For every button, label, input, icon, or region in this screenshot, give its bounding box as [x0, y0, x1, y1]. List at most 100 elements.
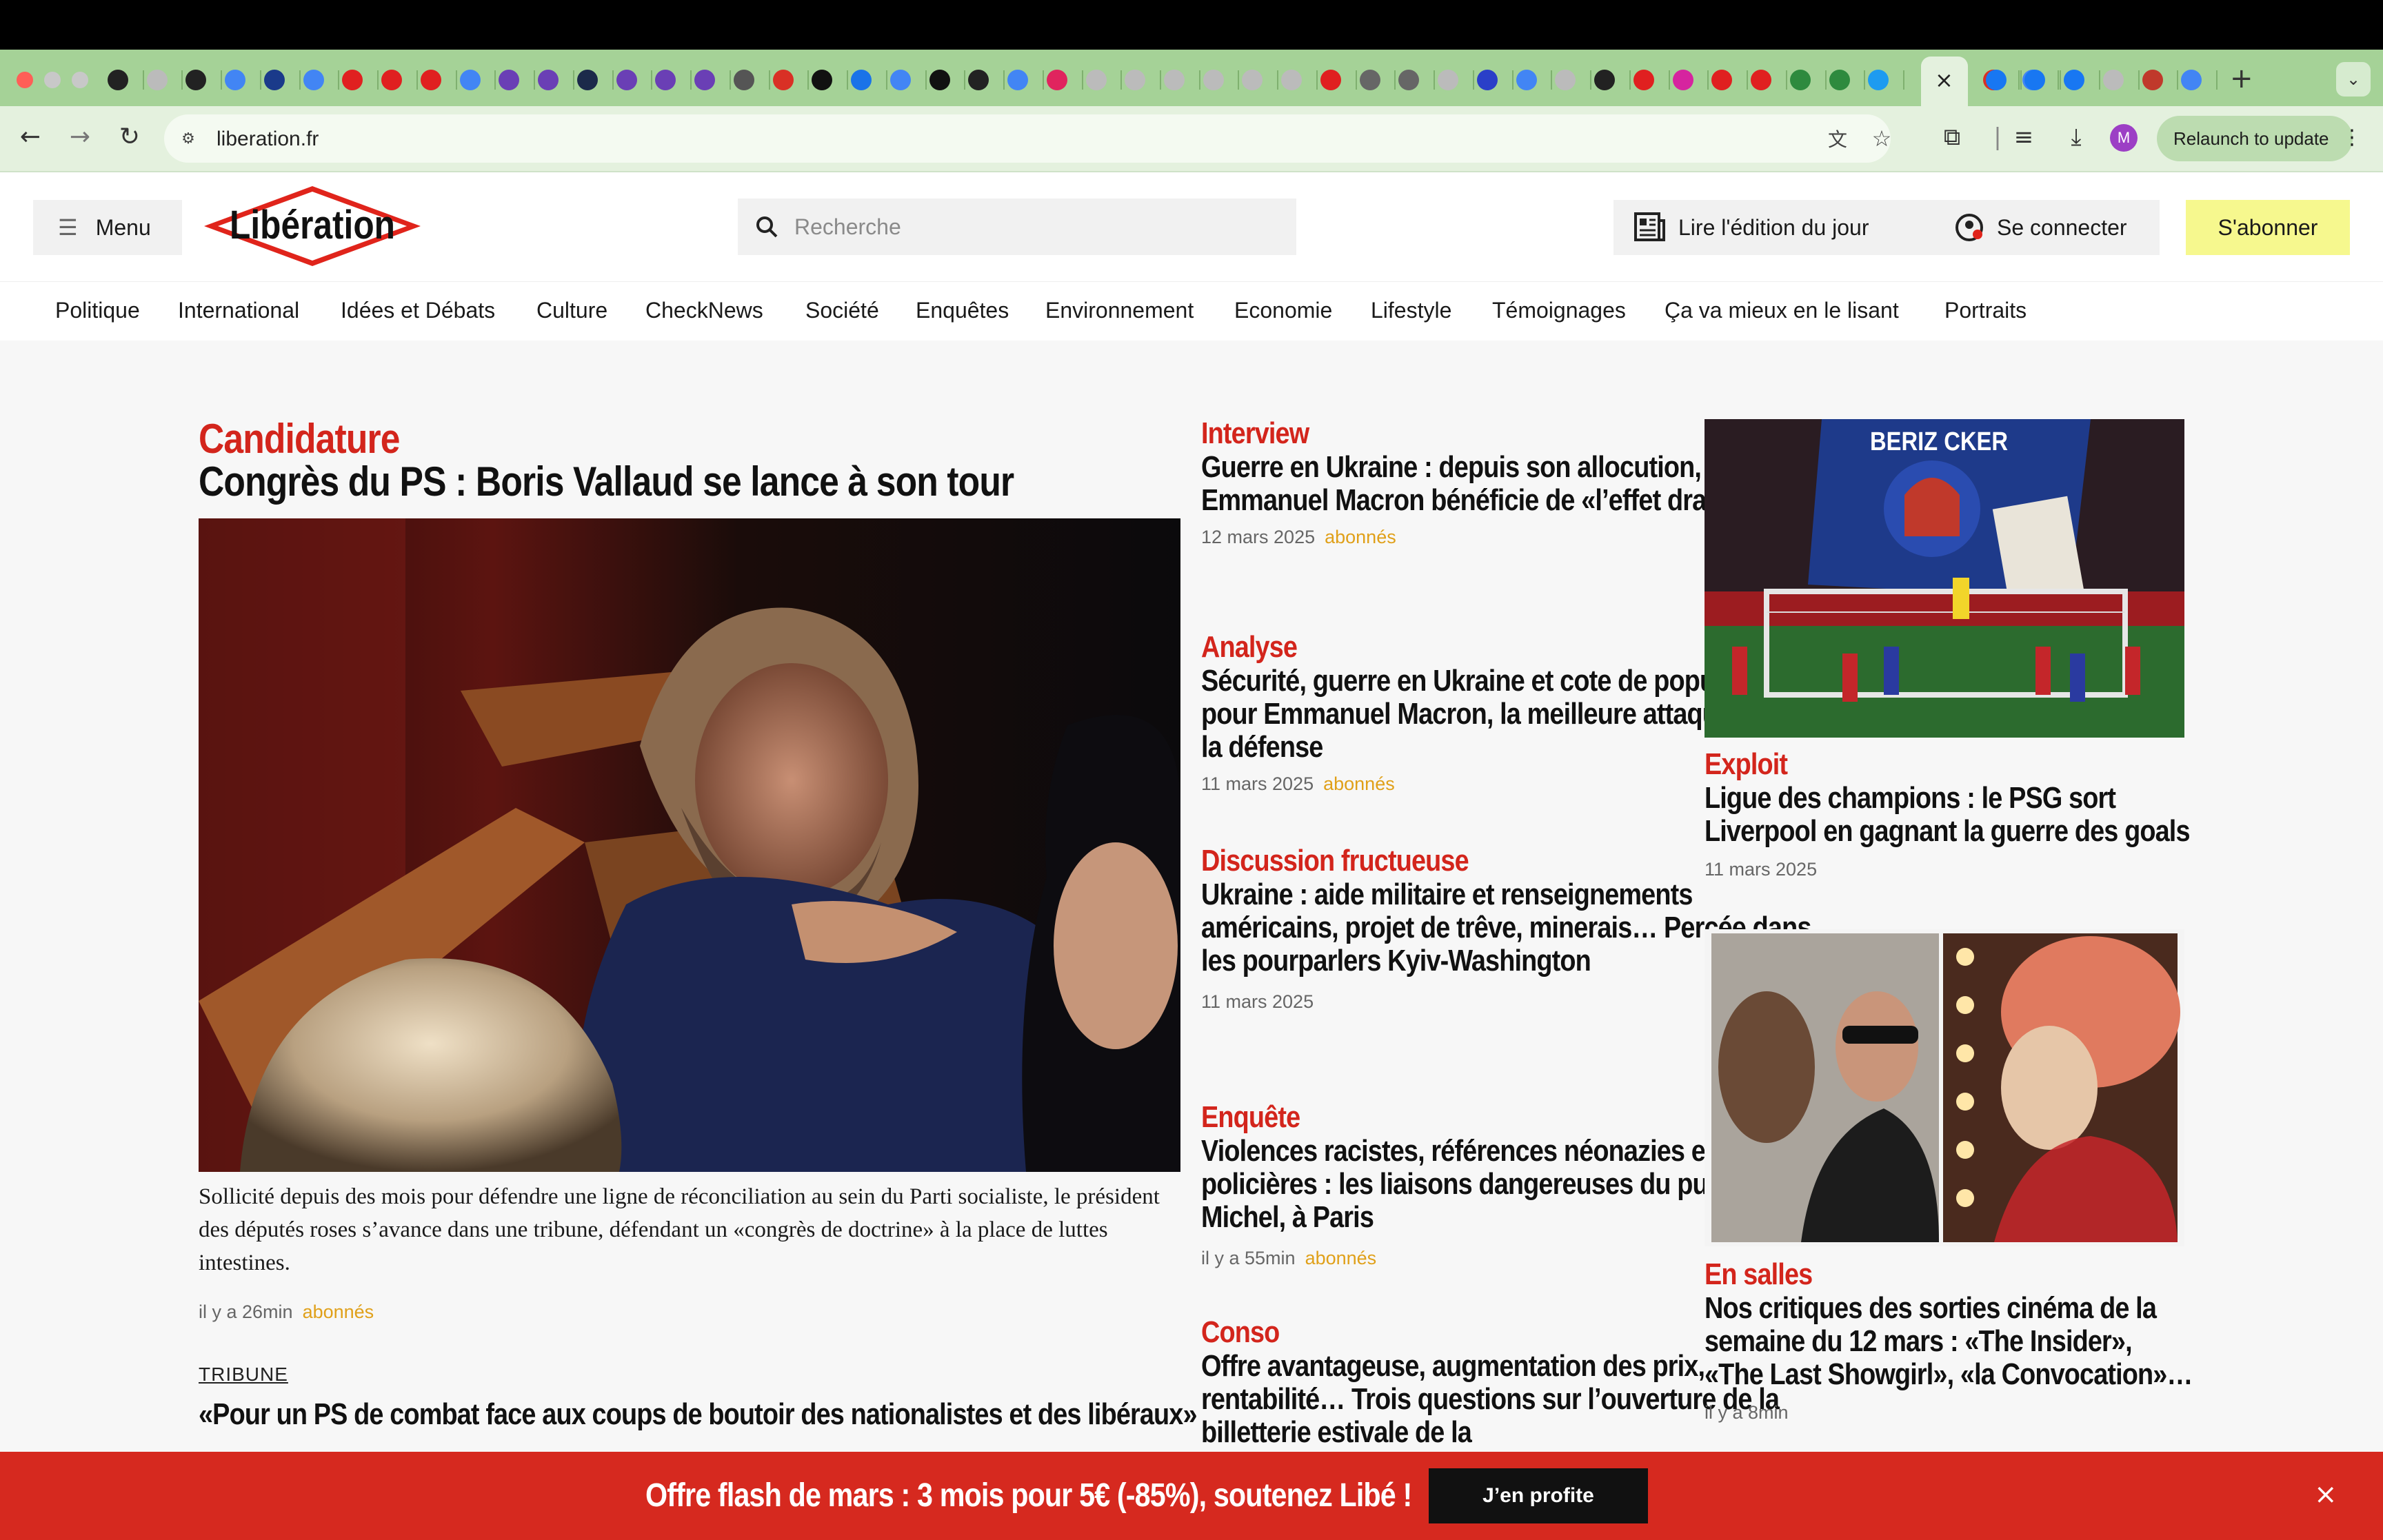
facebook-icon[interactable]	[2024, 70, 2045, 90]
app-icon[interactable]	[616, 70, 637, 90]
main-article-title[interactable]: Congrès du PS : Boris Vallaud se lance à…	[199, 458, 1014, 506]
nav-category[interactable]: Economie	[1234, 296, 1332, 324]
liberation-logo[interactable]: Libération	[204, 186, 421, 266]
close-tab-icon[interactable]: ×	[1935, 66, 1953, 94]
youtube-icon[interactable]	[1633, 70, 1654, 90]
openai-icon[interactable]	[185, 70, 206, 90]
tab-icon[interactable]	[1555, 70, 1576, 90]
forward-arrow-icon[interactable]: →	[61, 117, 99, 156]
article-card[interactable]: Exploit Ligue des champions : le PSG sor…	[1705, 747, 2201, 880]
nav-category[interactable]: Environnement	[1045, 296, 1194, 324]
docs-icon[interactable]	[890, 70, 911, 90]
globe-icon[interactable]	[1398, 70, 1419, 90]
close-window-button[interactable]	[17, 72, 33, 88]
google-icon[interactable]	[303, 70, 324, 90]
zoom-window-button[interactable]	[72, 72, 88, 88]
youtube-icon[interactable]	[381, 70, 402, 90]
tab-icon[interactable]	[147, 70, 168, 90]
youtube-icon[interactable]	[1320, 70, 1341, 90]
youtube-icon[interactable]	[421, 70, 441, 90]
google-icon[interactable]	[1007, 70, 1028, 90]
more-menu-icon[interactable]: ⋮	[2342, 124, 2362, 152]
reload-icon[interactable]: ↻	[110, 117, 149, 156]
profile-avatar[interactable]: M	[2110, 124, 2138, 152]
google-icon[interactable]	[2181, 70, 2202, 90]
nav-category[interactable]: International	[178, 296, 299, 324]
nav-category[interactable]: Culture	[536, 296, 607, 324]
nav-category[interactable]: Idées et Débats	[341, 296, 495, 324]
tab-icon[interactable]	[2103, 70, 2124, 90]
contacts-icon[interactable]	[851, 70, 872, 90]
new-tab-button[interactable]: +	[2230, 63, 2253, 94]
globe-icon[interactable]	[1360, 70, 1380, 90]
app-icon[interactable]	[577, 70, 598, 90]
promo-cta-button[interactable]: J’en profite	[1429, 1468, 1648, 1523]
tab-search-chevron-icon[interactable]: ⌄	[2336, 62, 2371, 97]
tab-icon[interactable]	[1203, 70, 1224, 90]
github-icon[interactable]	[968, 70, 989, 90]
main-article-kicker[interactable]: Candidature	[199, 415, 400, 463]
google-icon[interactable]	[1516, 70, 1537, 90]
article-title[interactable]: Ligue des champions : le PSG sort Liverp…	[1705, 782, 2197, 848]
nav-category[interactable]: Portraits	[1944, 296, 2027, 324]
dwds-icon[interactable]	[264, 70, 285, 90]
login-button[interactable]: Se connecter	[1933, 200, 2160, 255]
url-text[interactable]: liberation.fr	[217, 125, 319, 153]
tab-icon[interactable]	[1125, 70, 1145, 90]
translate-icon[interactable]: 文	[1820, 121, 1855, 156]
download-icon[interactable]: ⤓	[2058, 119, 2095, 156]
wordpress-icon[interactable]	[1829, 70, 1850, 90]
app-icon[interactable]	[812, 70, 832, 90]
facebook-icon[interactable]	[1986, 70, 2007, 90]
google-icon[interactable]	[460, 70, 481, 90]
app-icon[interactable]	[694, 70, 715, 90]
app-icon[interactable]	[2142, 70, 2163, 90]
openai-icon[interactable]	[108, 70, 128, 90]
site-info-icon[interactable]: ⚙	[172, 123, 204, 154]
article-card[interactable]: En salles Nos critiques des sorties ciné…	[1705, 1257, 2201, 1424]
related-label[interactable]: TRIBUNE	[199, 1364, 288, 1386]
tab-icon[interactable]	[1086, 70, 1107, 90]
facebook-icon[interactable]	[2064, 70, 2084, 90]
tab-icon[interactable]	[1164, 70, 1185, 90]
reading-list-icon[interactable]: ≡	[2005, 119, 2042, 156]
chrome-icon[interactable]	[734, 70, 754, 90]
nav-category[interactable]: Lifestyle	[1371, 296, 1451, 324]
app-icon[interactable]	[538, 70, 559, 90]
edition-button[interactable]: Lire l'édition du jour	[1613, 200, 1933, 255]
subscribe-button[interactable]: S'abonner	[2186, 200, 2350, 255]
nav-category[interactable]: CheckNews	[645, 296, 763, 324]
bookmark-star-icon[interactable]: ☆	[1864, 121, 1899, 156]
article-title[interactable]: Nos critiques des sorties cinéma de la s…	[1705, 1292, 2197, 1391]
twitter-icon[interactable]	[1868, 70, 1889, 90]
nav-category[interactable]: Ça va mieux en le lisant	[1665, 296, 1899, 324]
openai-icon[interactable]	[1594, 70, 1615, 90]
search-input[interactable]	[794, 214, 1277, 240]
google-icon[interactable]	[225, 70, 245, 90]
minimize-window-button[interactable]	[44, 72, 61, 88]
extensions-icon[interactable]: ⧉	[1933, 119, 1971, 156]
app-icon[interactable]	[1047, 70, 1067, 90]
youtube-icon[interactable]	[1751, 70, 1771, 90]
related-article-title[interactable]: «Pour un PS de combat face aux coups de …	[199, 1397, 1198, 1432]
gmail-icon[interactable]	[773, 70, 794, 90]
main-article-image[interactable]	[199, 518, 1180, 1172]
tab-icon[interactable]	[1438, 70, 1458, 90]
app-icon[interactable]	[929, 70, 950, 90]
cinema-collage-image[interactable]	[1705, 929, 2184, 1246]
psg-match-image[interactable]: BERIZ CKER	[1705, 419, 2184, 738]
relaunch-button[interactable]: Relaunch to update	[2157, 116, 2353, 161]
back-arrow-icon[interactable]: ←	[11, 117, 50, 156]
nav-category[interactable]: Témoignages	[1492, 296, 1626, 324]
tab-icon[interactable]	[1281, 70, 1302, 90]
nav-category[interactable]: Enquêtes	[916, 296, 1009, 324]
youtube-icon[interactable]	[1711, 70, 1732, 90]
search-box[interactable]	[738, 199, 1296, 255]
address-bar[interactable]	[164, 114, 1891, 163]
nav-category[interactable]: Société	[805, 296, 879, 324]
youtube-icon[interactable]	[342, 70, 363, 90]
app-icon[interactable]	[499, 70, 519, 90]
app-icon[interactable]	[655, 70, 676, 90]
instagram-icon[interactable]	[1673, 70, 1693, 90]
menu-button[interactable]: ☰ Menu	[33, 200, 182, 255]
